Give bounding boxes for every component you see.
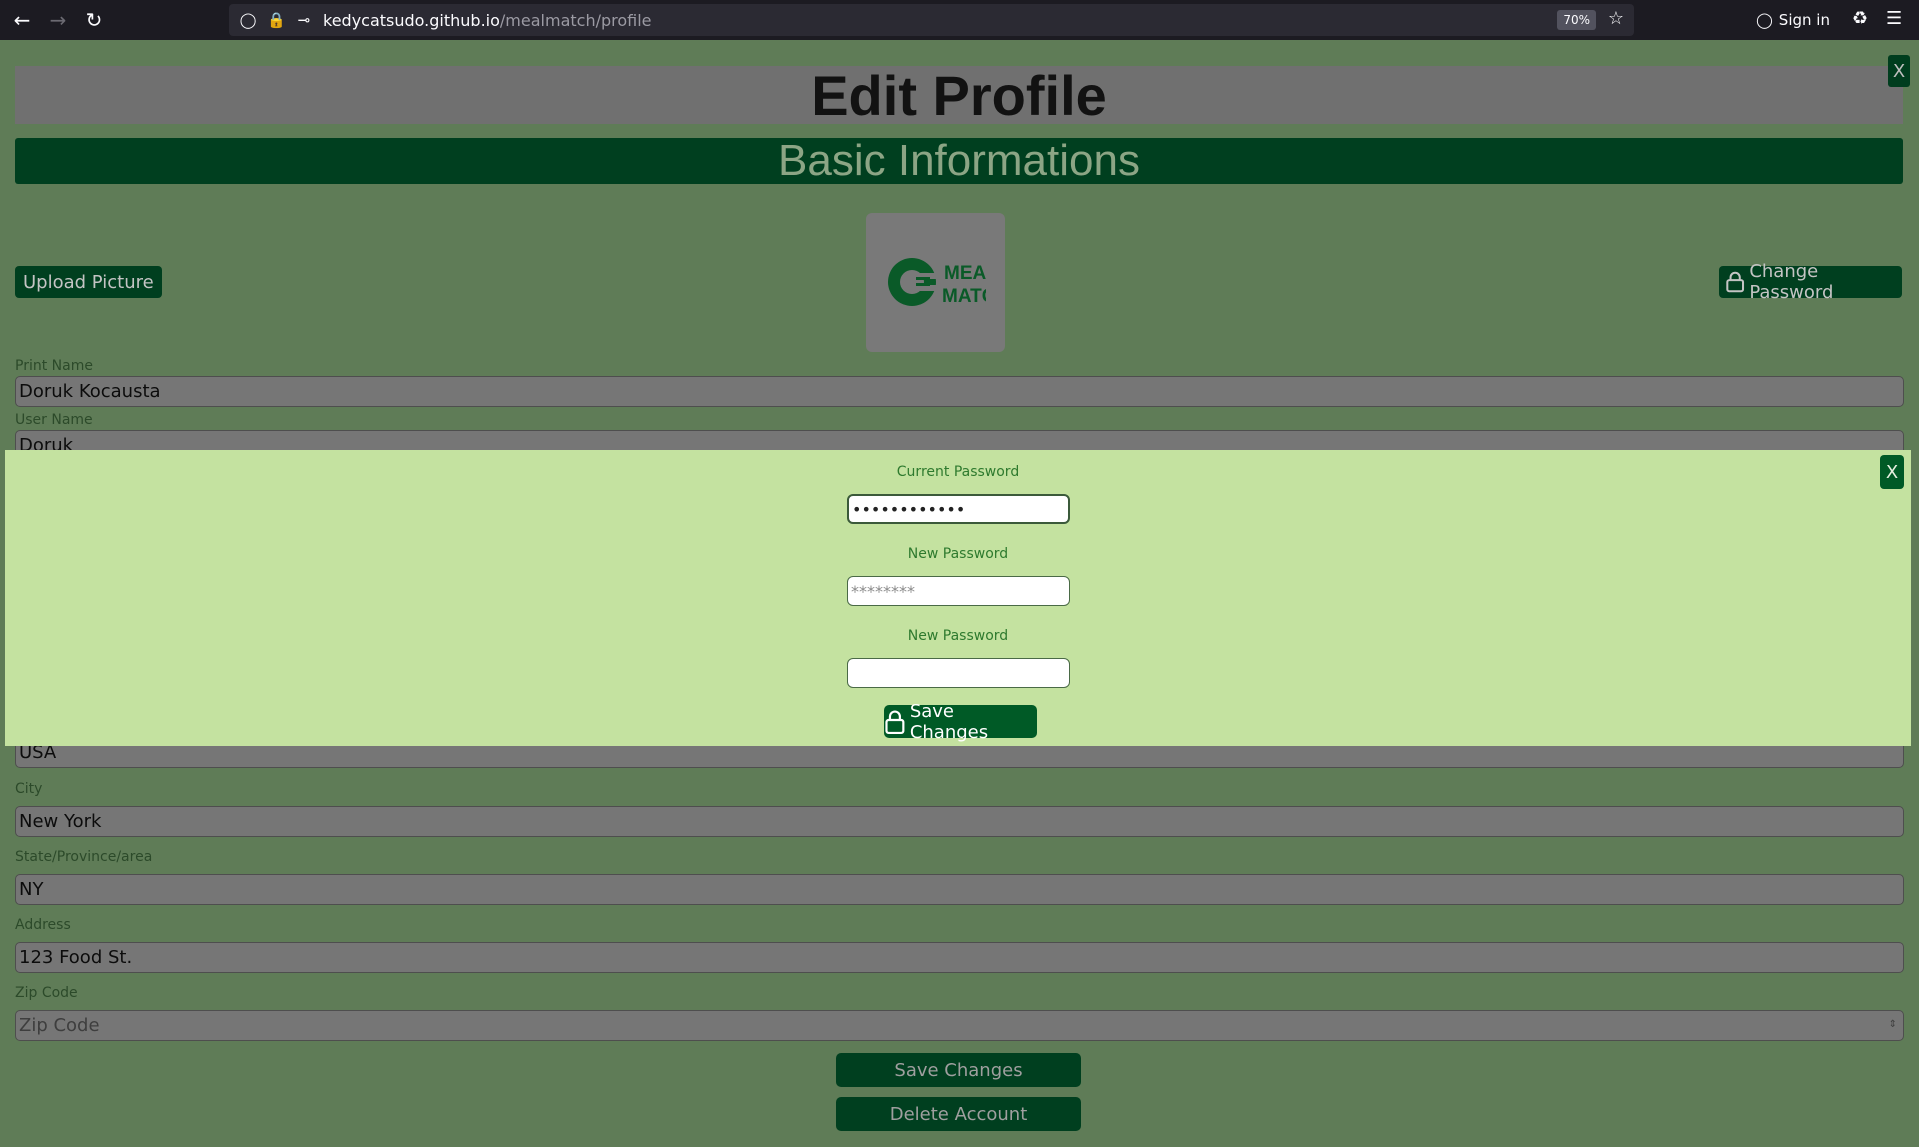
confirm-password-label: New Password [907, 628, 1009, 644]
current-password-input[interactable]: •••••••••••• [847, 494, 1070, 524]
lock-icon [885, 710, 905, 734]
confirm-password-input[interactable] [847, 658, 1070, 688]
city-input[interactable]: New York [15, 806, 1904, 837]
print-name-input[interactable]: Doruk Kocausta [15, 376, 1904, 407]
lock-icon: 🔒 [267, 11, 286, 29]
city-label: City [15, 781, 43, 797]
title-bar: Edit Profile [15, 64, 1903, 127]
delete-account-button[interactable]: Delete Account [836, 1097, 1081, 1131]
upload-picture-button[interactable]: Upload Picture [15, 266, 162, 298]
mealmatch-logo: MEAL MATCH [887, 257, 986, 307]
bookmark-star-icon[interactable]: ☆ [1608, 8, 1624, 29]
current-password-label: Current Password [896, 464, 1020, 480]
new-password-input[interactable]: ******** [847, 576, 1070, 606]
browser-toolbar: ← → ↻ ◯ 🔒 ⊸ kedycatsudo.github.io/mealma… [0, 0, 1919, 40]
forward-icon[interactable]: → [44, 6, 72, 34]
number-spinner-icon[interactable]: ⇕ [1889, 1019, 1897, 1030]
url-text: kedycatsudo.github.io/mealmatch/profile [323, 10, 652, 30]
profile-picture: MEAL MATCH [866, 213, 1005, 352]
print-name-label: Print Name [15, 358, 93, 374]
sign-in-button[interactable]: ◯ Sign in [1756, 4, 1830, 36]
section-header: Basic Informations [15, 136, 1903, 185]
key-icon: ⊸ [297, 11, 311, 29]
extensions-icon[interactable]: ♻ [1852, 8, 1868, 29]
state-input[interactable]: NY [15, 874, 1904, 905]
page-title: Edit Profile [811, 63, 1107, 127]
lock-icon [1726, 271, 1745, 293]
address-bar[interactable]: ◯ 🔒 ⊸ kedycatsudo.github.io/mealmatch/pr… [229, 4, 1634, 36]
zip-label: Zip Code [15, 985, 78, 1001]
state-label: State/Province/area [15, 849, 153, 865]
shield-icon: ◯ [239, 11, 257, 29]
zoom-level[interactable]: 70% [1557, 10, 1596, 30]
section-title: Basic Informations [778, 136, 1140, 185]
svg-text:MATCH: MATCH [942, 286, 986, 307]
save-changes-button[interactable]: Save Changes [836, 1053, 1081, 1087]
zip-input[interactable]: Zip Code ⇕ [15, 1010, 1904, 1041]
svg-text:MEAL: MEAL [944, 263, 986, 284]
modal-save-changes-button[interactable]: Save Changes [884, 701, 1037, 743]
address-label: Address [15, 917, 71, 933]
address-input[interactable]: 123 Food St. [15, 942, 1904, 973]
account-icon: ◯ [1756, 11, 1773, 29]
menu-icon[interactable]: ☰ [1886, 8, 1902, 29]
change-password-button[interactable]: Change Password [1719, 261, 1902, 303]
change-password-modal: X Current Password •••••••••••• New Pass… [5, 450, 1911, 746]
user-name-label: User Name [15, 412, 93, 428]
back-icon[interactable]: ← [8, 6, 36, 34]
new-password-label: New Password [907, 546, 1009, 562]
reload-icon[interactable]: ↻ [80, 6, 108, 34]
close-button[interactable]: X [1888, 55, 1910, 87]
